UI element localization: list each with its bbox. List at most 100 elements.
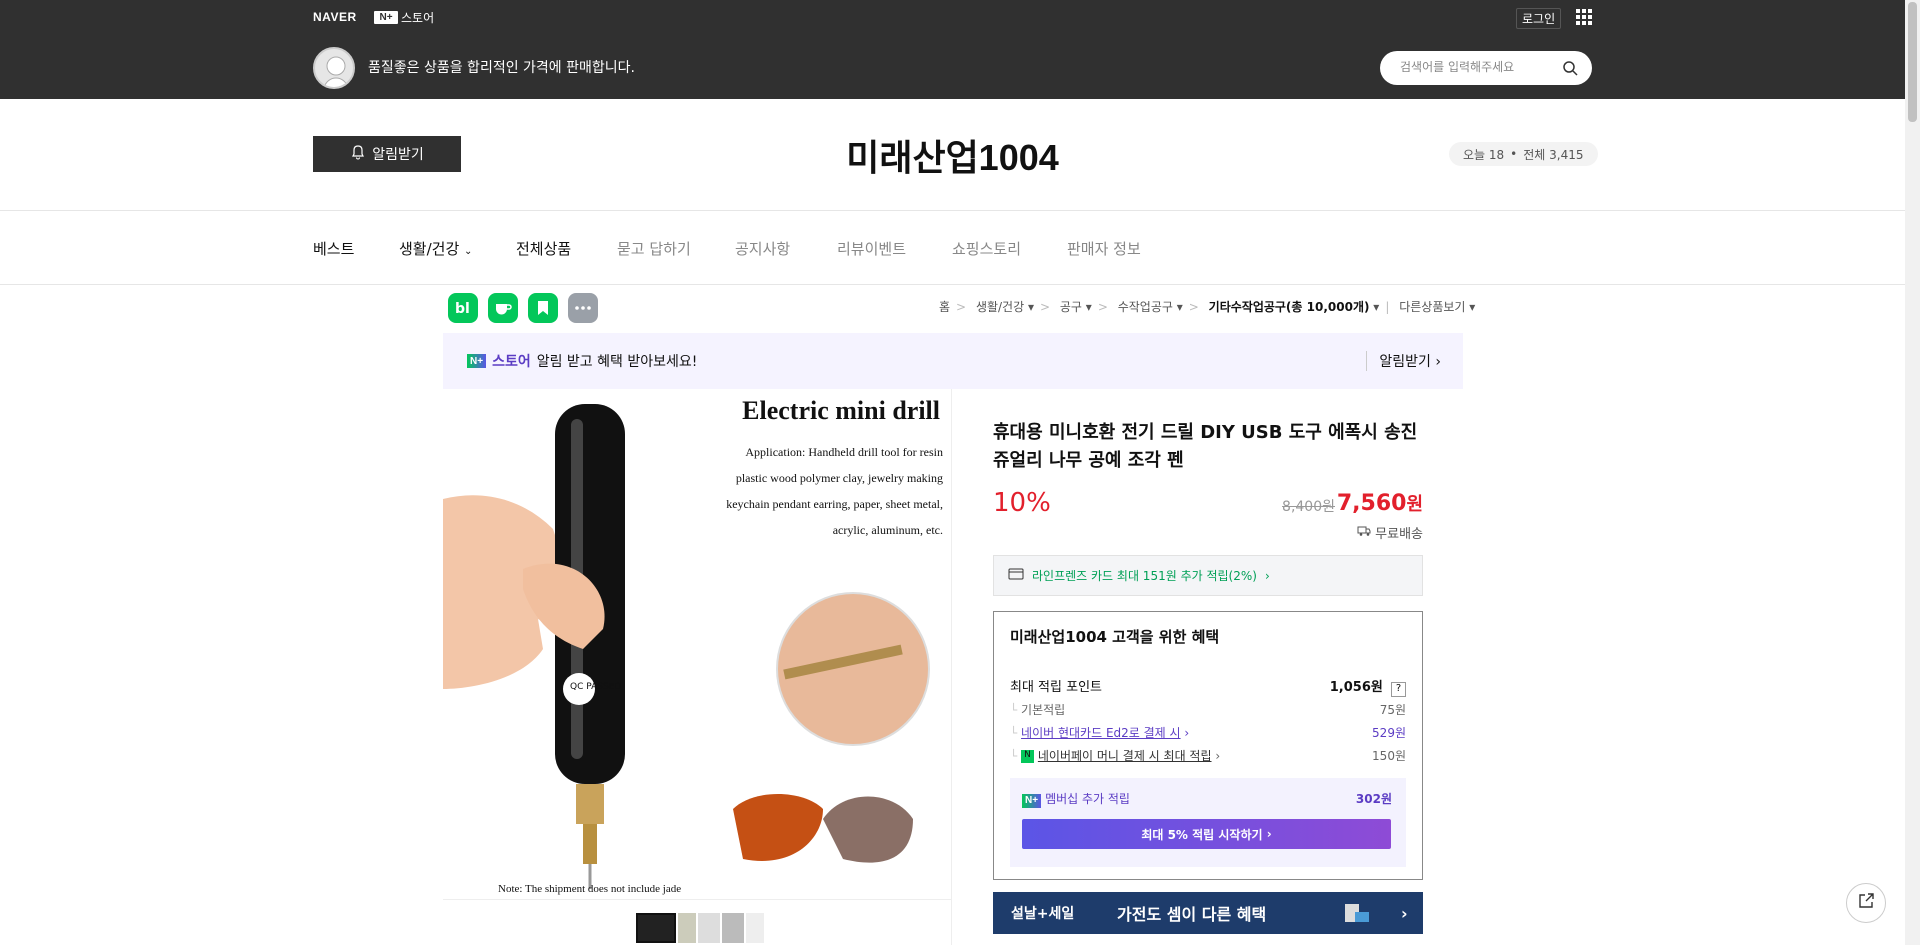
nplus-badge: N+ (374, 11, 398, 24)
chevron-right-icon: › (1435, 354, 1441, 370)
tree-branch-icon: └ (1010, 703, 1022, 717)
tree-branch-icon: └ (1010, 749, 1022, 763)
breadcrumb-home[interactable]: 홈 (939, 300, 950, 314)
store-nav: 베스트 생활/건강 ⌄ 전체상품 묻고 답하기 공지사항 리뷰이벤트 쇼핑스토리… (0, 211, 1905, 285)
breadcrumb-current[interactable]: 기타수작업공구(총 10,000개) (1209, 300, 1370, 314)
chevron-right-icon: > (1097, 300, 1108, 314)
chevron-down-icon: ⌄ (464, 246, 473, 257)
alarm-banner-message: N+ 스토어 알림 받고 혜택 받아보세요! (467, 351, 697, 371)
store-name[interactable]: 미래산업1004 (0, 129, 1905, 181)
banner-text: 알림 받고 혜택 받아보세요! (536, 354, 698, 370)
thumbnail-2[interactable] (678, 913, 696, 943)
page-scrollbar[interactable] (1905, 0, 1920, 945)
chevron-right-icon: › (1211, 749, 1221, 763)
app-links: bl (448, 293, 598, 323)
benefit-row-basic: └ 기본적립 75원 (1010, 701, 1406, 718)
caret-down-icon: ▾ (1172, 300, 1183, 314)
membership-label: 멤버십 추가 적립 (1045, 792, 1130, 806)
thumbnail-4[interactable] (722, 913, 744, 943)
qc-label: QC PASSED (570, 682, 621, 692)
tree-branch-icon: └ (1010, 726, 1022, 740)
membership-box: N+ 멤버십 추가 적립 302원 최대 5% 적립 시작하기 › (1010, 778, 1406, 867)
benefits-title: 미래산업1004 고객을 위한 혜택 (1010, 628, 1220, 646)
chevron-right-icon: > (1188, 300, 1199, 314)
cafe-icon[interactable] (488, 293, 518, 323)
nav-seller-info[interactable]: 판매자 정보 (1067, 238, 1141, 259)
membership-start-button[interactable]: 최대 5% 적립 시작하기 › (1022, 819, 1391, 849)
nav-shopping-story[interactable]: 쇼핑스토리 (952, 238, 1021, 259)
blog-icon[interactable]: bl (448, 293, 478, 323)
nav-qna[interactable]: 묻고 답하기 (617, 238, 691, 259)
help-icon[interactable]: ? (1391, 682, 1406, 697)
sale-price-currency: 원 (1406, 494, 1423, 515)
alarm-banner[interactable]: N+ 스토어 알림 받고 혜택 받아보세요! 알림받기 › (443, 333, 1463, 389)
chevron-right-icon: › (1264, 568, 1270, 583)
membership-start-label: 최대 5% 적립 시작하기 (1141, 827, 1263, 842)
original-price: 8,400원 (1282, 499, 1335, 515)
search-box[interactable] (1380, 51, 1592, 85)
caret-down-icon: ▾ (1024, 300, 1034, 314)
dot-separator: • (1510, 147, 1518, 161)
nav-notice[interactable]: 공지사항 (735, 238, 790, 259)
naver-logo[interactable]: NAVER (313, 10, 357, 24)
shipping-info: 무료배송 (1357, 523, 1423, 542)
share-button[interactable] (1846, 883, 1886, 923)
nplus-badge: N+ (1022, 793, 1042, 808)
login-button[interactable]: 로그인 (1516, 8, 1562, 29)
other-products-link[interactable]: 다른상품보기 (1399, 300, 1465, 314)
benefit-npay-link[interactable]: 네이버페이 머니 결제 시 최대 적립 (1038, 749, 1212, 763)
divider: | (1385, 300, 1390, 314)
scrollbar-thumb[interactable] (1908, 2, 1917, 122)
benefit-card-link[interactable]: 네이버 현대카드 Ed2로 결제 시 (1021, 726, 1181, 740)
store-avatar (313, 47, 355, 89)
shipping-label: 무료배송 (1375, 527, 1423, 542)
caret-down-icon: ▾ (1369, 300, 1380, 314)
sale-price-value: 7,560 (1336, 491, 1407, 516)
thumbnail-3[interactable] (698, 913, 720, 943)
thumbnail-strip (443, 899, 952, 945)
share-icon (1857, 892, 1875, 914)
sale-price: 7,560원 (1337, 490, 1423, 516)
max-points-value: 1,056원 (1329, 680, 1383, 695)
promo-right-text: 가전도 셈이 다른 혜택 (1117, 905, 1267, 924)
chevron-right-icon: › (1401, 903, 1408, 923)
visit-counter: 오늘 18 • 전체 3,415 (1449, 142, 1598, 166)
membership-row: N+ 멤버십 추가 적립 302원 (1022, 790, 1392, 808)
breadcrumb-living[interactable]: 생활/건강 (976, 300, 1024, 314)
banner-brand: 스토어 (492, 354, 531, 370)
nav-all-products[interactable]: 전체상품 (516, 238, 571, 259)
breadcrumb-hand-tools[interactable]: 수작업공구 (1118, 300, 1173, 314)
nplus-store-logo[interactable]: N+ 스토어 (374, 9, 434, 26)
product-image-note: Note: The shipment does not include jade (498, 883, 681, 895)
search-icon[interactable] (1562, 60, 1578, 80)
product-image-illustration: QC PASSED Electric mini drill Applicatio… (443, 389, 951, 901)
thumbnail-5[interactable] (746, 913, 764, 943)
chevron-right-icon: > (956, 300, 967, 314)
nav-best[interactable]: 베스트 (313, 238, 354, 259)
store-tagline: 품질좋은 상품을 합리적인 가격에 판매합니다. (368, 60, 635, 76)
svg-text:bl: bl (455, 301, 470, 316)
card-benefit-banner[interactable]: 라인프렌즈 카드 최대 151원 추가 적립(2%) › (993, 555, 1423, 596)
breadcrumb-tools[interactable]: 공구 (1060, 300, 1082, 314)
membership-value: 302원 (1355, 792, 1392, 806)
chevron-right-icon: › (1262, 827, 1272, 841)
thumbnail-1[interactable] (636, 913, 676, 943)
nav-living-health[interactable]: 생활/건강 ⌄ (399, 238, 472, 259)
promo-left-text: 설날+세일 (1011, 906, 1075, 922)
benefit-npay-value: 150원 (1372, 749, 1406, 763)
caret-down-icon: ▾ (1465, 300, 1476, 314)
search-input[interactable] (1400, 60, 1560, 74)
chevron-right-icon: > (1040, 300, 1051, 314)
product-main-image[interactable]: QC PASSED Electric mini drill Applicatio… (443, 389, 952, 901)
caret-down-icon: ▾ (1081, 300, 1092, 314)
banner-alarm-link[interactable]: 알림받기 › (1366, 351, 1441, 371)
app-grid-icon[interactable] (1576, 9, 1592, 25)
bookmark-icon[interactable] (528, 293, 558, 323)
product-image-title: Electric mini drill (742, 396, 940, 425)
nav-review-event[interactable]: 리뷰이벤트 (837, 238, 906, 259)
visits-today: 오늘 18 (1463, 147, 1505, 162)
nplus-store-label: 스토어 (401, 11, 435, 25)
more-icon[interactable] (568, 293, 598, 323)
promo-banner[interactable]: 설날+세일 가전도 셈이 다른 혜택 › (993, 892, 1423, 934)
benefit-basic-label: 기본적립 (1021, 703, 1066, 717)
